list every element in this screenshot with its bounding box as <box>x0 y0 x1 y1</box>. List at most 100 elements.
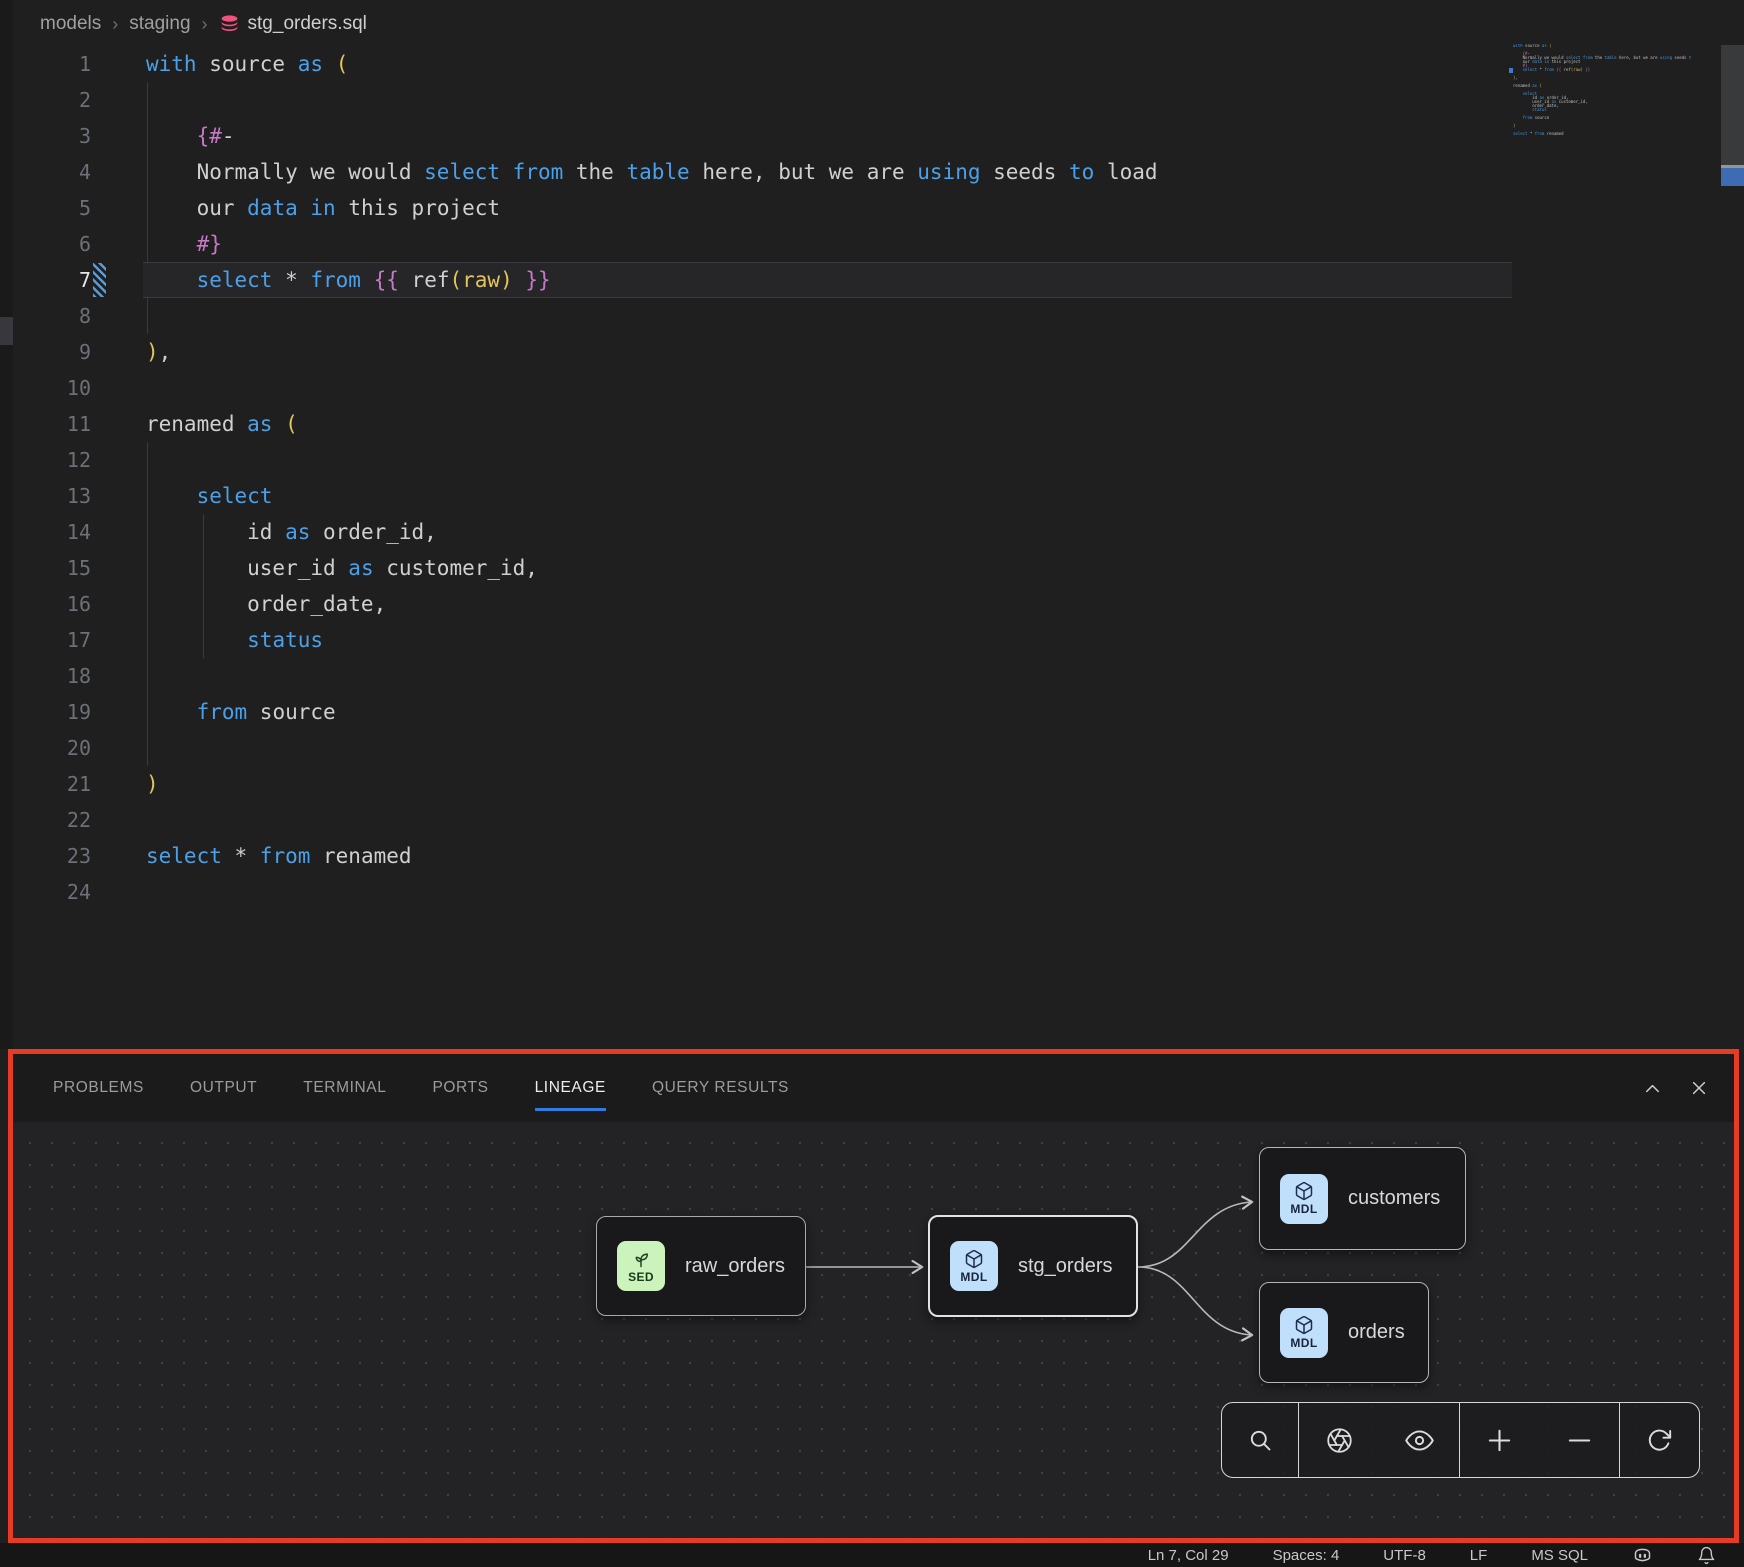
vscode-window: models › staging › stg_orders.sql 1with … <box>0 0 1744 1567</box>
status-item[interactable]: Ln 7, Col 29 <box>1148 1547 1229 1564</box>
status-item[interactable]: MS SQL <box>1531 1547 1588 1564</box>
code-line[interactable]: 19 from source <box>0 694 1744 730</box>
breadcrumb-separator: › <box>202 14 208 35</box>
lineage-canvas[interactable]: SED raw_orders MDL stg_orders <box>13 1122 1734 1538</box>
line-number: 12 <box>40 442 91 478</box>
code-line[interactable]: 10 <box>0 370 1744 406</box>
cube-icon <box>1294 1181 1314 1201</box>
code-line[interactable]: 18 <box>0 658 1744 694</box>
line-number: 16 <box>40 586 91 622</box>
lineage-node-stg-orders[interactable]: MDL stg_orders <box>928 1215 1138 1317</box>
status-item[interactable]: Spaces: 4 <box>1273 1547 1340 1564</box>
tab-ports[interactable]: PORTS <box>432 1054 488 1122</box>
code-text: Normally we would select from the table … <box>146 154 1158 190</box>
breadcrumb-staging[interactable]: staging <box>129 13 190 35</box>
aperture-icon[interactable] <box>1317 1403 1361 1477</box>
node-label: orders <box>1348 1321 1405 1344</box>
code-line[interactable]: 5 our data in this project <box>0 190 1744 226</box>
bell-icon[interactable] <box>1697 1546 1716 1565</box>
tab-problems[interactable]: PROBLEMS <box>53 1054 144 1122</box>
code-line[interactable]: 12 <box>0 442 1744 478</box>
code-text: order_date, <box>146 586 386 622</box>
code-line[interactable]: 3 {#- <box>0 118 1744 154</box>
panel-maximize-icon[interactable] <box>1643 1079 1662 1098</box>
tab-lineage[interactable]: LINEAGE <box>535 1054 606 1122</box>
line-number: 11 <box>40 406 91 442</box>
code-line[interactable]: 2 <box>0 82 1744 118</box>
gutter-modified-marker <box>93 263 106 297</box>
line-number: 9 <box>40 334 91 370</box>
zoom-out-icon[interactable] <box>1557 1403 1601 1477</box>
breadcrumb-models[interactable]: models <box>40 13 101 35</box>
code-text: renamed as ( <box>146 406 298 442</box>
code-line[interactable]: 15 user_id as customer_id, <box>0 550 1744 586</box>
panel-close-icon[interactable] <box>1690 1079 1708 1097</box>
code-line[interactable]: 21) <box>0 766 1744 802</box>
minimap-line <box>1513 136 1691 140</box>
code-text: select * from renamed <box>146 838 412 874</box>
annotation-highlight: PROBLEMS OUTPUT TERMINAL PORTS LINEAGE QUERY … <box>8 1049 1739 1543</box>
status-item[interactable]: LF <box>1470 1547 1488 1564</box>
search-icon[interactable] <box>1238 1403 1282 1477</box>
lineage-node-raw-orders[interactable]: SED raw_orders <box>596 1216 806 1316</box>
line-number: 10 <box>40 370 91 406</box>
code-text: from source <box>146 694 336 730</box>
line-number: 18 <box>40 658 91 694</box>
tab-terminal[interactable]: TERMINAL <box>303 1054 386 1122</box>
code-line[interactable]: 4 Normally we would select from the tabl… <box>0 154 1744 190</box>
code-line[interactable]: 22 <box>0 802 1744 838</box>
line-number: 17 <box>40 622 91 658</box>
edge-stg-to-orders <box>1138 1267 1251 1335</box>
line-number: 4 <box>40 154 91 190</box>
minimap-modified-marker <box>1509 68 1513 73</box>
line-number: 19 <box>40 694 91 730</box>
status-item[interactable]: UTF-8 <box>1383 1547 1426 1564</box>
minimap[interactable]: with source as ( {#- Normally we would s… <box>1513 44 1691 140</box>
code-text: select <box>146 478 272 514</box>
line-number: 3 <box>40 118 91 154</box>
zoom-in-icon[interactable] <box>1478 1403 1522 1477</box>
lineage-node-customers[interactable]: MDL customers <box>1259 1147 1466 1250</box>
tab-query-results[interactable]: QUERY RESULTS <box>652 1054 789 1122</box>
model-badge: MDL <box>950 1241 998 1291</box>
lineage-node-orders[interactable]: MDL orders <box>1259 1282 1429 1383</box>
code-line[interactable]: 16 order_date, <box>0 586 1744 622</box>
tab-output[interactable]: OUTPUT <box>190 1054 257 1122</box>
line-number: 8 <box>40 298 91 334</box>
code-text: ), <box>146 334 171 370</box>
line-number: 13 <box>40 478 91 514</box>
code-line[interactable]: 11 renamed as ( <box>0 406 1744 442</box>
code-line[interactable]: 7 select * from {{ ref(raw) }} <box>0 262 1744 298</box>
node-label: customers <box>1348 1187 1440 1210</box>
copilot-icon[interactable] <box>1632 1545 1653 1566</box>
model-badge: MDL <box>1280 1308 1328 1358</box>
code-text: select * from {{ ref(raw) }} <box>146 262 551 298</box>
breadcrumb-file[interactable]: stg_orders.sql <box>219 13 367 35</box>
node-label: stg_orders <box>1018 1255 1113 1278</box>
cube-icon <box>1294 1315 1314 1335</box>
code-line[interactable]: 17 status <box>0 622 1744 658</box>
line-number: 20 <box>40 730 91 766</box>
line-number: 14 <box>40 514 91 550</box>
code-text: user_id as customer_id, <box>146 550 538 586</box>
code-line[interactable]: 6 #} <box>0 226 1744 262</box>
code-line[interactable]: 20 <box>0 730 1744 766</box>
code-line[interactable]: 13 select <box>0 478 1744 514</box>
line-number: 21 <box>40 766 91 802</box>
panel-tabbar: PROBLEMS OUTPUT TERMINAL PORTS LINEAGE QUERY … <box>13 1054 1734 1122</box>
eye-icon[interactable] <box>1397 1403 1441 1477</box>
line-number: 22 <box>40 802 91 838</box>
code-line[interactable]: 23select * from renamed <box>0 838 1744 874</box>
code-editor[interactable]: 1with source as (23 {#-4 Normally we wou… <box>0 46 1744 910</box>
code-line[interactable]: 8 <box>0 298 1744 334</box>
code-line[interactable]: 14 id as order_id, <box>0 514 1744 550</box>
line-number: 24 <box>40 874 91 910</box>
code-text: ) <box>146 766 159 802</box>
code-line[interactable]: 24 <box>0 874 1744 910</box>
refresh-icon[interactable] <box>1638 1403 1682 1477</box>
code-text: our data in this project <box>146 190 500 226</box>
lineage-toolbar <box>1221 1402 1700 1478</box>
line-number: 1 <box>40 46 91 82</box>
code-line[interactable]: 1with source as ( <box>0 46 1744 82</box>
code-line[interactable]: 9), <box>0 334 1744 370</box>
